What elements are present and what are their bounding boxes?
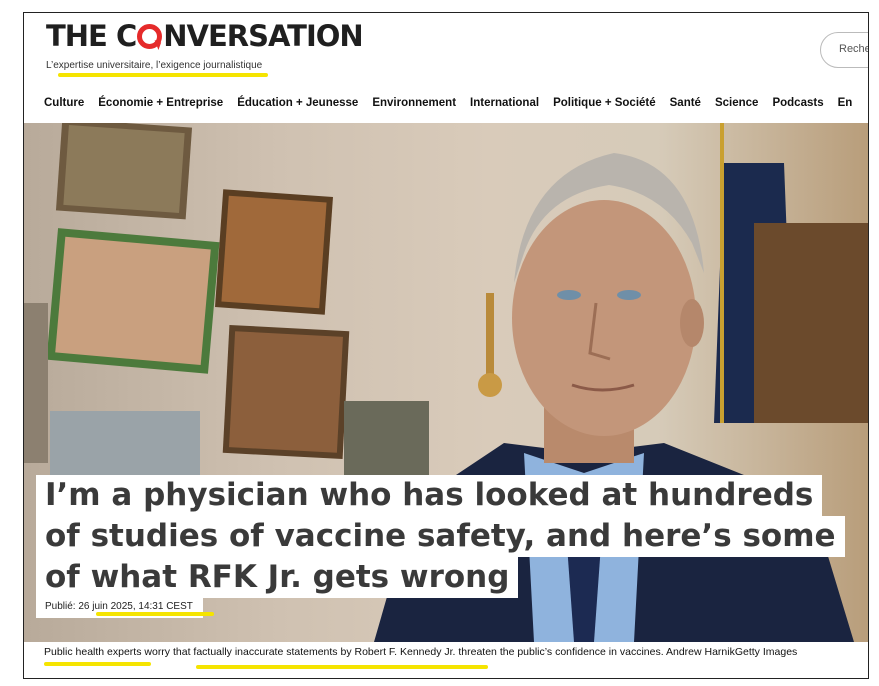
highlight-mark [96,612,214,616]
site-tagline: L’expertise universitaire, l’exigence jo… [46,60,269,77]
hero-image: I’m a physician who has looked at hundre… [24,123,868,642]
publish-dateline: Publié: 26 juin 2025, 14:31 CEST [36,597,214,618]
logo-text-start: THE C [46,19,137,53]
logo-text-end: NVERSATION [163,19,363,53]
nav-item-culture[interactable]: Culture [44,97,84,109]
nav-item-sante[interactable]: Santé [670,97,701,109]
highlight-mark [44,662,151,666]
highlight-mark [196,665,488,669]
speech-bubble-logo-icon [137,24,163,49]
site-logo[interactable]: THE C NVERSATION [46,19,364,53]
headline-line-2: of studies of vaccine safety, and here’s… [36,516,845,557]
published-date: 26 juin 2025, 14:31 CEST [78,601,193,612]
published-label: Publié: [45,601,76,612]
nav-item-international[interactable]: International [470,97,539,109]
nav-item-podcasts[interactable]: Podcasts [772,97,823,109]
search-placeholder: Reche [839,43,869,55]
nav-item-science[interactable]: Science [715,97,758,109]
photo-caption: Public health experts worry that factual… [44,646,798,658]
headline-line-3: of what RFK Jr. gets wrong [36,557,519,598]
headline-line-1: I’m a physician who has looked at hundre… [36,475,823,516]
highlight-mark [58,73,269,77]
search-input[interactable]: Reche [820,32,869,68]
nav-item-economie[interactable]: Économie + Entreprise [98,97,223,109]
page-frame: THE C NVERSATION L’expertise universitair… [23,12,869,679]
nav-item-politique[interactable]: Politique + Société [553,97,656,109]
article-headline: I’m a physician who has looked at hundre… [36,475,856,598]
nav-item-truncated[interactable]: En [838,97,853,109]
tagline-text: L’expertise universitaire, l’exigence jo… [46,60,263,71]
nav-item-environnement[interactable]: Environnement [372,97,456,109]
nav-item-education[interactable]: Éducation + Jeunesse [237,97,358,109]
main-navigation: Culture Économie + Entreprise Éducation … [44,97,866,109]
